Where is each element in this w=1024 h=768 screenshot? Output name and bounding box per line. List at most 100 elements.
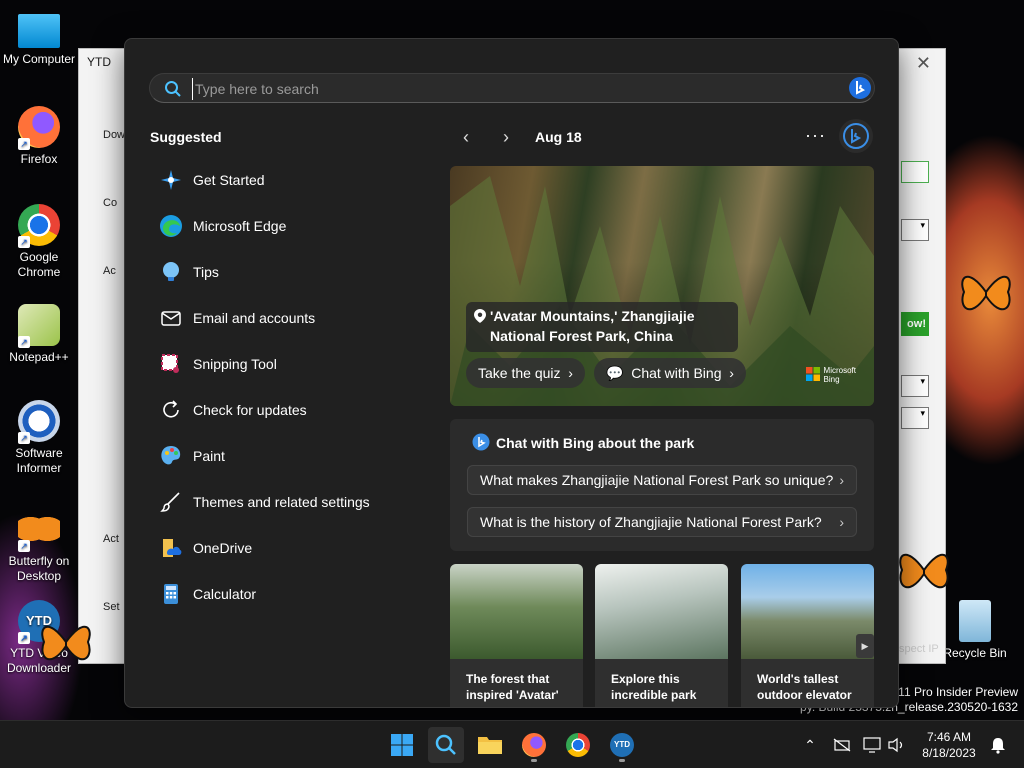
desktop-icon-label: Firefox bbox=[20, 152, 58, 166]
app-label: Snipping Tool bbox=[193, 356, 277, 372]
chevron-right-icon: › bbox=[564, 365, 573, 381]
suggested-app-paint[interactable]: Paint bbox=[149, 433, 419, 479]
chat-with-bing-card: Chat with Bing about the park What makes… bbox=[450, 419, 874, 551]
thumbnail-card[interactable]: World's tallest outdoor elevator bbox=[741, 564, 874, 707]
taskbar-firefox[interactable] bbox=[516, 727, 552, 763]
suggested-app-tips[interactable]: Tips bbox=[149, 249, 419, 295]
suggested-app-get-started[interactable]: Get Started bbox=[149, 157, 419, 203]
suggested-app-themes[interactable]: Themes and related settings bbox=[149, 479, 419, 525]
butterfly-decoration bbox=[961, 276, 1011, 311]
thumbnails-next-button[interactable]: ▶ bbox=[856, 634, 874, 658]
recycle-bin-icon bbox=[959, 600, 991, 642]
butterfly-decoration bbox=[41, 626, 91, 661]
notepadpp-icon: ↗ bbox=[18, 304, 60, 348]
bg-text-field[interactable] bbox=[901, 161, 929, 183]
bing-icon[interactable] bbox=[848, 76, 872, 100]
app-label: Calculator bbox=[193, 586, 257, 602]
close-icon[interactable]: ✕ bbox=[916, 53, 931, 74]
chat-with-bing-button[interactable]: 💬 Chat with Bing › bbox=[594, 358, 746, 388]
paint-icon bbox=[159, 444, 183, 468]
butterfly-icon: ↗ bbox=[18, 508, 60, 552]
thumbnail-image bbox=[595, 564, 728, 659]
update-icon bbox=[159, 398, 183, 422]
snipping-tool-icon bbox=[159, 352, 183, 376]
firefox-icon: ↗ bbox=[18, 106, 60, 150]
app-label: Email and accounts bbox=[193, 310, 316, 326]
logo-line: Microsoft bbox=[823, 366, 856, 375]
desktop-icon-chrome[interactable]: ↗ Google Chrome bbox=[0, 204, 78, 280]
chat-card-title: Chat with Bing about the park bbox=[472, 433, 694, 451]
mail-icon bbox=[159, 306, 183, 330]
volume-icon[interactable] bbox=[886, 735, 906, 755]
taskbar-chrome[interactable] bbox=[560, 727, 596, 763]
thumbnail-caption: inspired 'Avatar' bbox=[466, 688, 559, 702]
suggested-app-edge[interactable]: Microsoft Edge bbox=[149, 203, 419, 249]
network-disconnected-icon[interactable] bbox=[832, 735, 852, 755]
suggested-app-onedrive[interactable]: OneDrive bbox=[149, 525, 419, 571]
bing-chat-button[interactable] bbox=[839, 119, 873, 153]
desktop-icon-notepadpp[interactable]: ↗ Notepad++ bbox=[0, 304, 78, 365]
window-title: YTD bbox=[87, 55, 111, 69]
bg-download-button[interactable]: ow! bbox=[901, 312, 929, 336]
bg-dropdown[interactable]: ▾ bbox=[901, 375, 929, 397]
suggested-app-snipping-tool[interactable]: Snipping Tool bbox=[149, 341, 419, 387]
chevron-right-icon[interactable]: › bbox=[495, 127, 517, 149]
calculator-icon bbox=[159, 582, 183, 606]
running-indicator bbox=[619, 759, 625, 762]
highlight-hero-card[interactable]: 'Avatar Mountains,' Zhangjiajie National… bbox=[450, 166, 874, 406]
brush-icon bbox=[159, 490, 183, 514]
desktop-icon-label: My Computer bbox=[2, 52, 76, 66]
take-quiz-button[interactable]: Take the quiz › bbox=[466, 358, 585, 388]
clock-time: 7:46 AM bbox=[926, 730, 972, 744]
chat-question-text: What makes Zhangjiajie National Forest P… bbox=[480, 472, 834, 488]
chat-question-unique[interactable]: What makes Zhangjiajie National Forest P… bbox=[467, 465, 857, 495]
chevron-right-icon: › bbox=[839, 472, 844, 488]
notification-bell-icon[interactable] bbox=[988, 735, 1008, 755]
search-box[interactable] bbox=[149, 73, 875, 103]
desktop-icon-recycle-bin[interactable]: Recycle Bin bbox=[936, 600, 1014, 661]
display-icon[interactable] bbox=[862, 735, 882, 755]
windows-logo-icon bbox=[391, 734, 413, 756]
taskbar-search-button[interactable] bbox=[428, 727, 464, 763]
chat-question-text: What is the history of Zhangjiajie Natio… bbox=[480, 514, 822, 530]
suggested-app-check-updates[interactable]: Check for updates bbox=[149, 387, 419, 433]
app-label: Check for updates bbox=[193, 402, 307, 418]
taskbar-clock[interactable]: 7:46 AM 8/18/2023 bbox=[915, 729, 983, 761]
suggested-app-calculator[interactable]: Calculator bbox=[149, 571, 419, 617]
chevron-up-icon[interactable]: ⌃ bbox=[800, 735, 820, 755]
thumbnail-card[interactable]: The forest that inspired 'Avatar' bbox=[450, 564, 583, 707]
taskbar-ytd[interactable]: YTD bbox=[604, 727, 640, 763]
chevron-left-icon[interactable]: ‹ bbox=[455, 127, 477, 149]
suggested-app-email-accounts[interactable]: Email and accounts bbox=[149, 295, 419, 341]
app-label: Microsoft Edge bbox=[193, 218, 287, 234]
suggested-title: Suggested bbox=[150, 129, 222, 145]
thumbnail-caption: World's tallest bbox=[757, 672, 839, 686]
thumbnail-caption: Explore this bbox=[611, 672, 680, 686]
monitor-icon bbox=[18, 14, 60, 48]
highlights-nav: ‹ › Aug 18 ··· bbox=[455, 119, 875, 153]
butterfly-decoration bbox=[899, 554, 949, 589]
bg-dropdown[interactable]: ▾ bbox=[901, 407, 929, 429]
desktop-icon-software-informer[interactable]: ↗ Software Informer bbox=[0, 400, 78, 476]
thumbnail-card[interactable]: Explore this incredible park bbox=[595, 564, 728, 707]
chat-question-history[interactable]: What is the history of Zhangjiajie Natio… bbox=[467, 507, 857, 537]
desktop-icon-label: Recycle Bin bbox=[943, 646, 1007, 660]
desktop-icon-label: Notepad++ bbox=[9, 350, 69, 364]
bing-icon bbox=[472, 433, 490, 451]
search-input[interactable] bbox=[192, 78, 812, 100]
desktop-icon-firefox[interactable]: ↗ Firefox bbox=[0, 106, 78, 167]
bg-dropdown[interactable]: ▾ bbox=[901, 219, 929, 241]
desktop-icon-label: Software Informer bbox=[15, 446, 63, 475]
taskbar-file-explorer[interactable] bbox=[472, 727, 508, 763]
chat-bubble-icon: 💬 bbox=[606, 365, 628, 381]
hero-caption-line: 'Avatar Mountains,' Zhangjiajie bbox=[490, 308, 695, 324]
hero-caption[interactable]: 'Avatar Mountains,' Zhangjiajie National… bbox=[466, 302, 738, 352]
desktop-icon-butterfly[interactable]: ↗ Butterfly on Desktop bbox=[0, 508, 78, 584]
more-options-icon[interactable]: ··· bbox=[805, 125, 826, 146]
desktop-icon-label: Butterfly on Desktop bbox=[8, 554, 70, 583]
search-icon bbox=[165, 81, 181, 97]
desktop-icon-label: Google Chrome bbox=[17, 250, 61, 279]
start-button[interactable] bbox=[384, 727, 420, 763]
desktop-icon-my-computer[interactable]: My Computer bbox=[0, 10, 78, 67]
chrome-icon: ↗ bbox=[18, 204, 60, 248]
